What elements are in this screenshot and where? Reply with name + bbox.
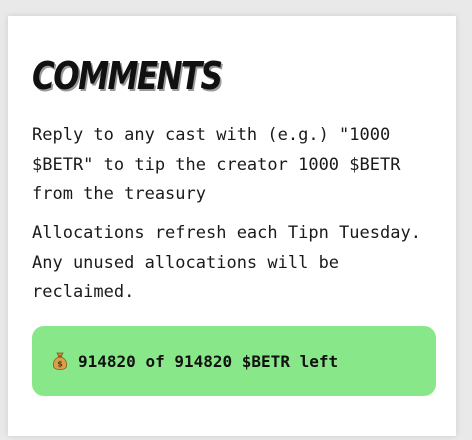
money-bag-icon: $ <box>52 352 68 370</box>
remaining-amount: 914820 <box>78 351 136 371</box>
left-word: left <box>299 351 339 371</box>
token-symbol: $BETR <box>241 351 290 371</box>
svg-text:$: $ <box>57 360 63 369</box>
comments-title: COMMENTS <box>32 54 223 98</box>
allocation-remaining-banner: $ 914820 of 914820 $BETR left <box>32 326 436 396</box>
tip-instructions-text: Reply to any cast with (e.g.) "1000 $BET… <box>32 125 401 204</box>
of-word: of <box>145 351 165 371</box>
total-amount: 914820 <box>174 351 233 371</box>
comments-card: COMMENTS Reply to any cast with (e.g.) "… <box>8 16 456 436</box>
allocation-refresh-text: Allocations refresh each Tipn Tuesday. A… <box>32 223 421 302</box>
